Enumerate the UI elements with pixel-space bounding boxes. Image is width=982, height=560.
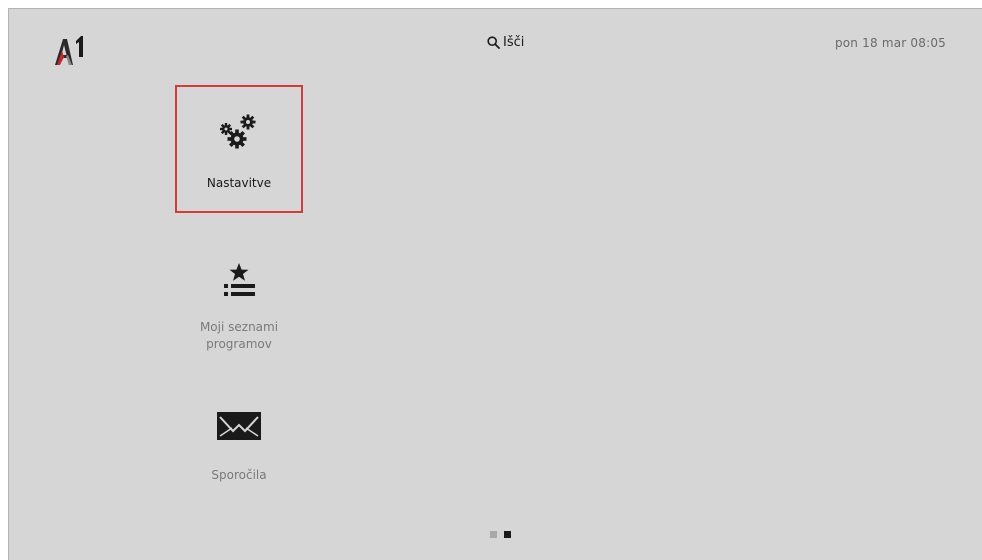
a1-logo — [51, 31, 91, 67]
menu-item-messages[interactable]: Sporočila — [175, 379, 303, 507]
search-label: Išči — [503, 35, 525, 50]
gears-icon — [219, 107, 259, 157]
menu-item-settings[interactable]: Nastavitve — [175, 85, 303, 213]
page-indicator — [490, 531, 511, 538]
page-dot[interactable] — [490, 531, 497, 538]
menu-item-channel-lists[interactable]: Moji seznami programov — [175, 235, 303, 363]
page-dot-active[interactable] — [504, 531, 511, 538]
search-button[interactable]: Išči — [487, 35, 524, 50]
star-list-icon — [220, 257, 258, 307]
tv-screen: Išči pon 18 mar 08:05 Nastavitve Moji se… — [8, 8, 982, 560]
search-icon — [487, 36, 500, 49]
menu-item-channel-lists-label: Moji seznami programov — [199, 320, 279, 351]
menu-item-messages-label: Sporočila — [211, 468, 267, 482]
menu-item-settings-label: Nastavitve — [206, 176, 272, 190]
envelope-icon — [216, 401, 262, 451]
datetime-display: pon 18 mar 08:05 — [834, 36, 946, 50]
